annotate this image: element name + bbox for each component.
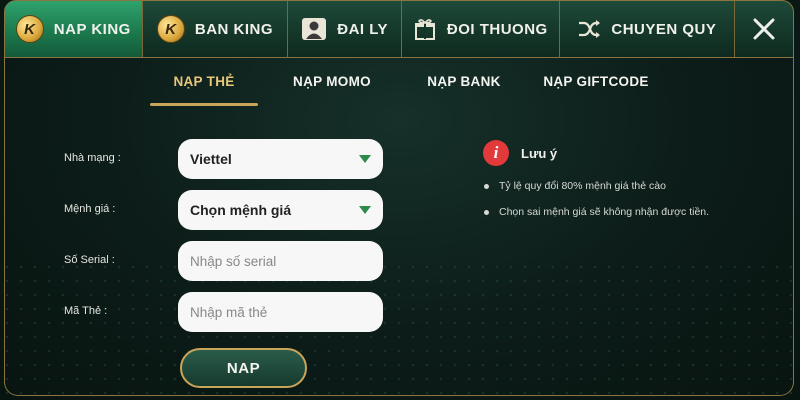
note-title: Lưu ý [521, 145, 558, 161]
close-icon [752, 17, 776, 41]
subtab-nap-momo[interactable]: NẠP MOMO [280, 66, 384, 106]
gift-icon [413, 17, 437, 41]
subtab-nap-giftcode[interactable]: NẠP GIFTCODE [536, 66, 656, 106]
code-label: Mã Thẻ : [64, 305, 108, 317]
amount-select[interactable]: Chọn mệnh giá [178, 190, 383, 230]
tab-label: CHUYEN QUY [611, 20, 717, 38]
tab-ban-king[interactable]: K BAN KING [143, 1, 289, 57]
subtab-nap-the[interactable]: NẠP THẺ [150, 66, 258, 106]
close-button[interactable] [735, 1, 793, 57]
carrier-value: Viettel [190, 151, 232, 167]
top-tab-bar: K NAP KING K BAN KING ĐAI LY ĐOI THUONG … [4, 0, 794, 58]
amount-value: Chọn mệnh giá [190, 202, 292, 218]
info-icon: i [483, 140, 509, 166]
amount-label: Mệnh giá : [64, 203, 116, 215]
note-header: i Lưu ý [483, 140, 557, 166]
tab-label: ĐAI LY [337, 20, 389, 38]
bullet [484, 210, 489, 215]
bullet [484, 184, 489, 189]
note-text: Tỷ lệ quy đổi 80% mệnh giá thẻ cào [499, 180, 666, 192]
list-item: Tỷ lệ quy đổi 80% mệnh giá thẻ cào [484, 180, 709, 192]
carrier-select[interactable]: Viettel [178, 139, 383, 179]
agent-icon [301, 16, 327, 42]
submit-button[interactable]: NAP [180, 348, 307, 388]
king-coin-icon: K [15, 15, 44, 43]
tab-label: NAP KING [53, 20, 131, 38]
serial-input[interactable] [190, 253, 371, 269]
list-item: Chọn sai mệnh giá sẽ không nhận được tiề… [484, 206, 709, 218]
tab-nap-king[interactable]: K NAP KING [5, 1, 143, 57]
serial-field[interactable] [178, 241, 383, 281]
sub-tab-bar: NẠP THẺ NẠP MOMO NẠP BANK NẠP GIFTCODE [130, 66, 656, 106]
subtab-nap-bank[interactable]: NẠP BANK [414, 66, 514, 106]
tab-chuyen-quy[interactable]: CHUYEN QUY [560, 1, 736, 57]
chevron-down-icon [359, 155, 371, 163]
tab-label: BAN KING [194, 20, 274, 38]
code-field[interactable] [178, 292, 383, 332]
serial-label: Số Serial : [64, 254, 115, 266]
shuffle-icon [577, 18, 601, 40]
tab-dai-ly[interactable]: ĐAI LY [288, 1, 402, 57]
code-input[interactable] [190, 304, 371, 320]
carrier-label: Nhà mạng : [64, 152, 121, 164]
note-list: Tỷ lệ quy đổi 80% mệnh giá thẻ cào Chọn … [484, 180, 709, 232]
tab-label: ĐOI THUONG [446, 20, 548, 38]
note-text: Chọn sai mệnh giá sẽ không nhận được tiề… [499, 206, 710, 218]
tab-doi-thuong[interactable]: ĐOI THUONG [402, 1, 560, 57]
chevron-down-icon [359, 206, 371, 214]
game-panel: K NAP KING K BAN KING ĐAI LY ĐOI THUONG … [0, 0, 800, 400]
king-coin-icon: K [156, 15, 185, 43]
